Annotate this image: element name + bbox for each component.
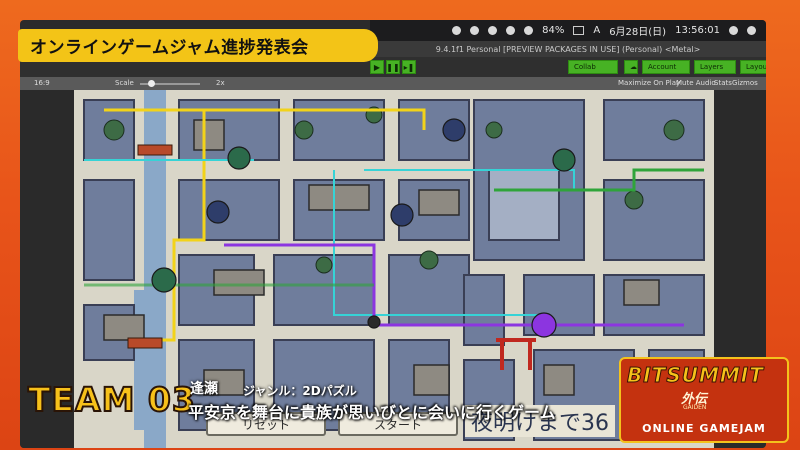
control-center-icon[interactable] xyxy=(747,26,756,35)
cloud-icon[interactable]: ☁ xyxy=(624,60,638,74)
battery-icon[interactable] xyxy=(573,26,585,35)
scale-label: Scale xyxy=(115,79,134,87)
vscode-icon[interactable] xyxy=(488,26,498,35)
collab-label: Collab xyxy=(574,63,596,71)
step-button[interactable]: ▸❚ xyxy=(402,60,416,74)
layers-dropdown[interactable]: Layers xyxy=(694,60,736,74)
layout-dropdown[interactable]: Layout xyxy=(740,60,766,74)
game-genre: ジャンル：2Dパズル xyxy=(243,384,357,398)
input-method[interactable]: A xyxy=(593,25,600,36)
mute-audio-toggle[interactable]: Mute Audio xyxy=(676,79,716,87)
battery-percent: 84% xyxy=(542,25,565,36)
layout-label: Layout xyxy=(746,63,766,71)
siri-icon[interactable] xyxy=(729,26,738,35)
mac-menubar: 84% A 6月28日(日) 13:56:01 xyxy=(370,20,766,41)
menubar-date: 6月28日(日) xyxy=(609,27,667,38)
gizmos-dropdown[interactable]: Gizmos xyxy=(732,79,758,87)
event-title-banner: オンラインゲームジャム進捗発表会 xyxy=(18,29,378,62)
maximize-on-play-toggle[interactable]: Maximize On Play xyxy=(618,79,680,87)
play-circle-icon[interactable] xyxy=(470,26,480,35)
scale-value: 2x xyxy=(216,79,225,87)
team-number: TEAM 03 xyxy=(27,379,196,420)
game-title: 逢瀬 xyxy=(190,381,218,397)
game-view-bar: 16:9 Scale 2x Maximize On Play Mute Audi… xyxy=(20,77,766,90)
layers-label: Layers xyxy=(700,63,724,71)
account-dropdown[interactable]: Account xyxy=(642,60,690,74)
collab-dropdown[interactable]: Collab xyxy=(568,60,618,74)
play-button[interactable]: ▶ xyxy=(370,60,384,74)
game-description: 平安京を舞台に貴族が思いびとに会いに行くゲーム xyxy=(188,403,556,422)
scale-slider-handle[interactable] xyxy=(148,80,155,87)
unity-window-title: 9.4.1f1 Personal [PREVIEW PACKAGES IN US… xyxy=(435,44,701,54)
stats-toggle[interactable]: Stats xyxy=(714,79,732,87)
team-lower-third: TEAM 03 逢瀬 ジャンル：2Dパズル 平安京を舞台に貴族が思いびとに会いに… xyxy=(27,379,588,428)
menubar-time[interactable]: 13:56:01 xyxy=(675,25,720,36)
record-icon[interactable] xyxy=(452,26,462,35)
logo-footer-text: ONLINE GAMEJAM xyxy=(642,422,766,435)
account-label: Account xyxy=(648,63,677,71)
pause-button[interactable]: ❚❚ xyxy=(386,60,400,74)
logo-main-text: BITSUMMIT xyxy=(627,363,764,388)
wifi-icon[interactable] xyxy=(524,26,534,35)
event-title: オンラインゲームジャム進捗発表会 xyxy=(30,38,309,58)
aspect-dropdown[interactable]: 16:9 xyxy=(34,79,50,87)
logo-small-text: GAIDEN xyxy=(683,404,707,411)
bitsummit-logo: BITSUMMIT 外伝 GAIDEN ONLINE GAMEJAM xyxy=(619,357,789,443)
unity-title-bar: 9.4.1f1 Personal [PREVIEW PACKAGES IN US… xyxy=(370,41,766,57)
bluetooth-icon[interactable] xyxy=(506,26,516,35)
